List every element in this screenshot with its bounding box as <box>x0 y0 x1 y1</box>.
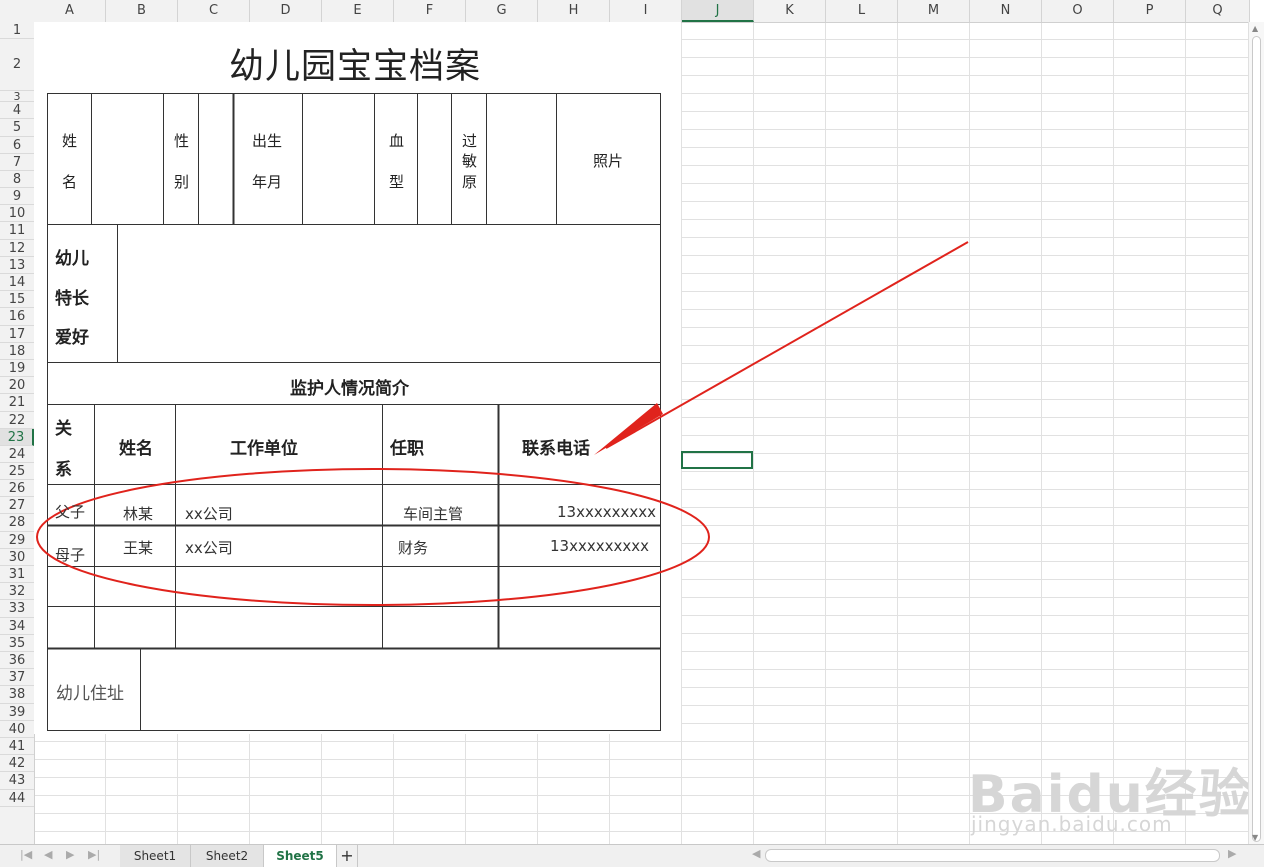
label-birth-2: 年月 <box>252 173 283 191</box>
label-allergy-3: 原 <box>462 173 478 191</box>
scroll-up-icon[interactable]: ▲ <box>1252 24 1258 33</box>
scroll-down-icon[interactable]: ▼ <box>1252 833 1258 842</box>
vertical-scrollbar[interactable]: ▲ ▼ <box>1248 22 1264 844</box>
prev-sheet-icon[interactable]: ◀ <box>44 848 52 861</box>
label-hobby-3: 爱好 <box>55 328 89 348</box>
horizontal-scroll-thumb[interactable] <box>765 849 1220 862</box>
sheet-tab-bar: |◀ ◀ ▶ ▶| Sheet1 Sheet2 Sheet5 + ◀ ▶ <box>0 844 1264 867</box>
label-name-1: 姓 <box>62 132 78 150</box>
next-sheet-icon[interactable]: ▶ <box>66 848 74 861</box>
guardian-name: 王某 <box>123 539 154 557</box>
label-hobby-2: 特长 <box>55 289 89 309</box>
guardian-phone: 13xxxxxxxxx <box>557 503 656 521</box>
last-sheet-icon[interactable]: ▶| <box>88 848 100 861</box>
label-photo: 照片 <box>593 152 624 170</box>
sheet-tab-sheet2[interactable]: Sheet2 <box>191 845 264 867</box>
label-name-2: 名 <box>62 173 78 191</box>
label-birth-1: 出生 <box>252 132 283 150</box>
header-guardian-name: 姓名 <box>119 439 153 459</box>
header-phone: 联系电话 <box>522 439 590 459</box>
label-allergy-1: 过 <box>462 132 478 150</box>
first-sheet-icon[interactable]: |◀ <box>20 848 32 861</box>
scroll-left-icon[interactable]: ◀ <box>752 847 760 860</box>
baidu-watermark: Baidu经验 jingyan.baidu.com <box>968 752 1253 836</box>
vertical-scroll-thumb[interactable] <box>1252 36 1261 842</box>
guardian-section-title: 监护人情况简介 <box>290 379 409 399</box>
selected-cell-J23[interactable] <box>681 451 753 469</box>
add-sheet-button[interactable]: + <box>337 845 358 867</box>
header-relation-2: 系 <box>55 460 72 480</box>
label-gender-1: 性 <box>174 132 190 150</box>
header-workplace: 工作单位 <box>230 439 298 459</box>
header-position: 任职 <box>390 439 424 459</box>
guardian-relation: 父子 <box>55 503 86 521</box>
label-allergy-2: 敏 <box>462 152 478 170</box>
label-blood-1: 血 <box>389 132 405 150</box>
label-address: 幼儿住址 <box>56 684 124 704</box>
guardian-position: 财务 <box>398 539 429 557</box>
guardian-phone: 13xxxxxxxxx <box>550 537 649 555</box>
annotation-arrow-head <box>594 403 663 455</box>
scroll-right-icon[interactable]: ▶ <box>1228 847 1236 860</box>
label-blood-2: 型 <box>389 173 405 191</box>
sheet-tab-sheet5[interactable]: Sheet5 <box>264 845 337 867</box>
label-hobby-1: 幼儿 <box>55 249 89 269</box>
guardian-position: 车间主管 <box>403 505 464 523</box>
label-gender-2: 别 <box>174 173 190 191</box>
guardian-relation: 母子 <box>55 546 86 564</box>
sheet-tab-sheet1[interactable]: Sheet1 <box>120 845 191 867</box>
guardian-workplace: xx公司 <box>185 539 233 557</box>
document-title: 幼儿园宝宝档案 <box>229 47 482 87</box>
guardian-workplace: xx公司 <box>185 505 233 523</box>
watermark-url: jingyan.baidu.com <box>971 812 1173 836</box>
document-table-lines <box>36 93 969 731</box>
guardian-name: 林某 <box>123 505 154 523</box>
header-relation-1: 关 <box>55 419 72 439</box>
